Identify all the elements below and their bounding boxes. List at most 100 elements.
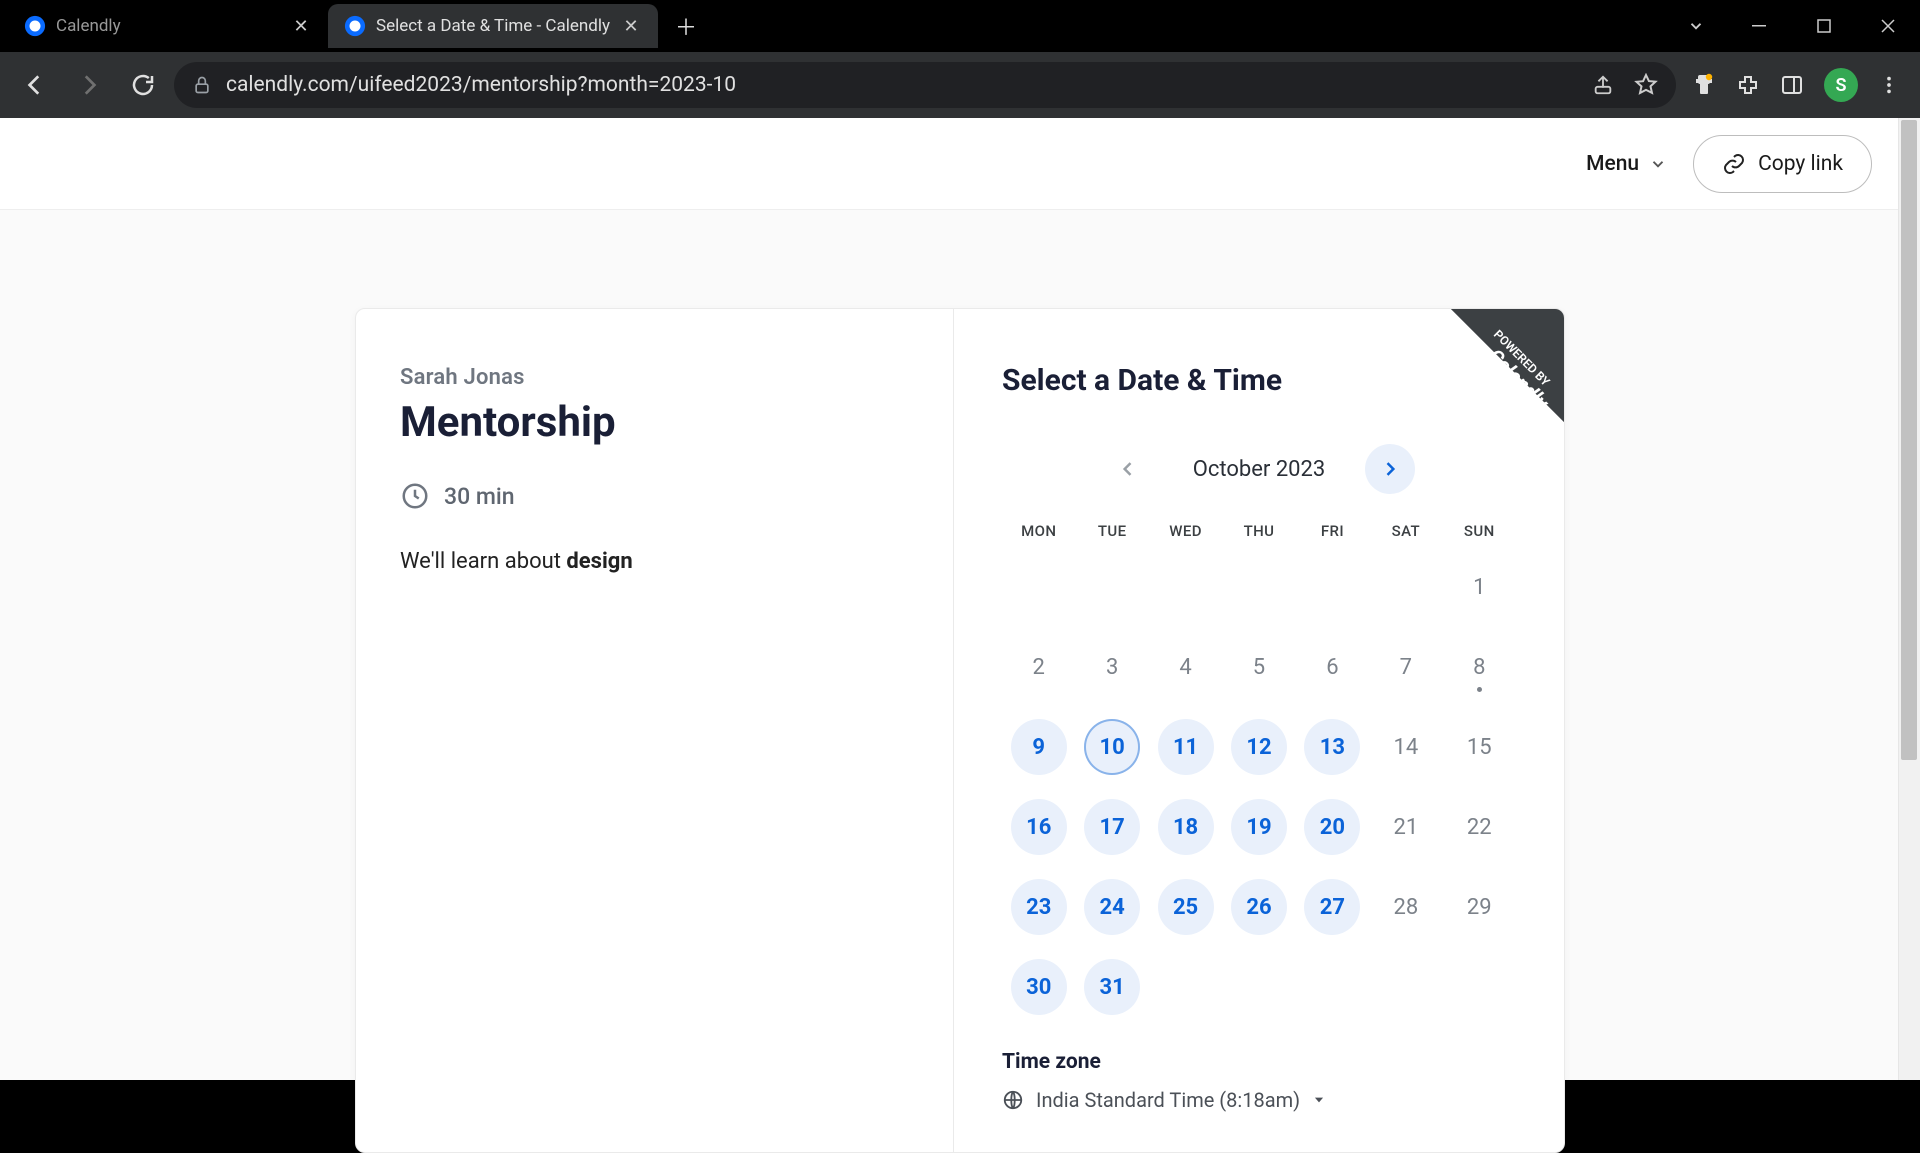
bookmark-star-icon[interactable] [1634,73,1658,97]
duration-text: 30 min [444,483,515,510]
calendar-day[interactable]: 19 [1222,798,1295,856]
kebab-menu-icon[interactable] [1878,74,1900,96]
calendar-day: 21 [1369,798,1442,856]
timezone-selector[interactable]: India Standard Time (8:18am) [1002,1088,1516,1112]
calendar-day[interactable]: 11 [1149,718,1222,776]
page-topbar: Menu Copy link [0,118,1920,210]
browser-tab[interactable]: Select a Date & Time - Calendly ✕ [328,4,658,48]
calendar-day [1222,558,1295,616]
calendar-day: 29 [1443,878,1516,936]
calendar-day[interactable]: 16 [1002,798,1075,856]
new-tab-button[interactable]: ＋ [666,6,706,46]
url-text: calendly.com/uifeed2023/mentorship?month… [226,73,736,97]
back-button[interactable] [12,62,58,108]
calendar-day: 8 [1443,638,1516,696]
extensions-area: S [1684,68,1908,102]
calendar-day: 4 [1149,638,1222,696]
dow: FRI [1296,522,1369,540]
calendar-day [1369,958,1442,1016]
prev-month-button[interactable] [1103,444,1153,494]
calendar-day [1296,958,1369,1016]
calendar-pane: POWERED BY Calendly Select a Date & Time… [954,309,1564,1152]
forward-button[interactable] [66,62,112,108]
dow: MON [1002,522,1075,540]
profile-avatar[interactable]: S [1824,68,1858,102]
calendar-day[interactable]: 18 [1149,798,1222,856]
chevron-left-icon [1118,459,1138,479]
menu-label: Menu [1586,152,1639,176]
dow: TUE [1075,522,1148,540]
calendar-day [1222,958,1295,1016]
page-viewport: Menu Copy link Sarah Jonas Mentorship 30… [0,118,1920,1080]
calendar-day[interactable]: 20 [1296,798,1369,856]
chevron-down-icon [1649,155,1667,173]
share-icon[interactable] [1592,74,1614,96]
copy-link-button[interactable]: Copy link [1693,135,1872,193]
calendar-day[interactable]: 23 [1002,878,1075,936]
dow: WED [1149,522,1222,540]
calendar-day[interactable]: 30 [1002,958,1075,1016]
calendar-day[interactable]: 27 [1296,878,1369,936]
calendar-day: 7 [1369,638,1442,696]
scheduling-card: Sarah Jonas Mentorship 30 min We'll lear… [355,308,1565,1153]
calendar-day: 3 [1075,638,1148,696]
minimize-icon[interactable] [1728,0,1792,52]
tab-strip: Calendly ✕ Select a Date & Time - Calend… [0,0,1920,52]
dow: THU [1222,522,1295,540]
presenter-name: Sarah Jonas [400,365,909,390]
calendar-day [1296,558,1369,616]
calendar-day [1075,558,1148,616]
calendar-day[interactable]: 10 [1075,718,1148,776]
clock-icon [400,481,430,511]
calendar-day [1369,558,1442,616]
calendar-day: 14 [1369,718,1442,776]
browser-chrome: Calendly ✕ Select a Date & Time - Calend… [0,0,1920,118]
calendar-day [1149,958,1222,1016]
reload-button[interactable] [120,62,166,108]
sidepanel-icon[interactable] [1780,73,1804,97]
calendar-day: 1 [1443,558,1516,616]
timezone-heading: Time zone [1002,1050,1516,1074]
globe-icon [1002,1089,1024,1111]
caret-down-icon [1312,1093,1326,1107]
timezone-value: India Standard Time (8:18am) [1036,1088,1300,1112]
desc-bold: design [566,549,632,574]
calendar-day: 22 [1443,798,1516,856]
event-title: Mentorship [400,398,909,447]
scrollbar-track[interactable] [1898,118,1920,1080]
calendar-day[interactable]: 25 [1149,878,1222,936]
close-icon[interactable]: ✕ [290,15,312,37]
browser-tab[interactable]: Calendly ✕ [8,4,328,48]
calendar-day[interactable]: 26 [1222,878,1295,936]
calendly-favicon-icon [344,15,366,37]
address-actions [1592,73,1658,97]
calendar-day[interactable]: 13 [1296,718,1369,776]
scrollbar-thumb[interactable] [1901,120,1917,760]
window-close-icon[interactable] [1856,0,1920,52]
calendar-day [1443,958,1516,1016]
calendar-day[interactable]: 12 [1222,718,1295,776]
calendar-day: 28 [1369,878,1442,936]
tab-title: Calendly [56,16,280,36]
menu-dropdown[interactable]: Menu [1586,152,1667,176]
tab-title: Select a Date & Time - Calendly [376,16,610,36]
calendar-day [1002,558,1075,616]
calendly-favicon-icon [24,15,46,37]
calendar-day[interactable]: 31 [1075,958,1148,1016]
calendar-day[interactable]: 9 [1002,718,1075,776]
weekday-header: MON TUE WED THU FRI SAT SUN [1002,522,1516,540]
calendar-day[interactable]: 17 [1075,798,1148,856]
tabs-dropdown-icon[interactable] [1664,0,1728,52]
extensions-puzzle-icon[interactable] [1736,73,1760,97]
calendar-day: 6 [1296,638,1369,696]
page-body: Sarah Jonas Mentorship 30 min We'll lear… [0,210,1920,1153]
address-bar[interactable]: calendly.com/uifeed2023/mentorship?month… [174,62,1676,108]
close-icon[interactable]: ✕ [620,15,642,37]
calendar-day [1149,558,1222,616]
calendar-day[interactable]: 24 [1075,878,1148,936]
extension-icon[interactable] [1692,73,1716,97]
event-details-pane: Sarah Jonas Mentorship 30 min We'll lear… [356,309,954,1152]
powered-by-badge[interactable]: POWERED BY Calendly [1404,309,1564,469]
maximize-icon[interactable] [1792,0,1856,52]
address-row: calendly.com/uifeed2023/mentorship?month… [0,52,1920,118]
